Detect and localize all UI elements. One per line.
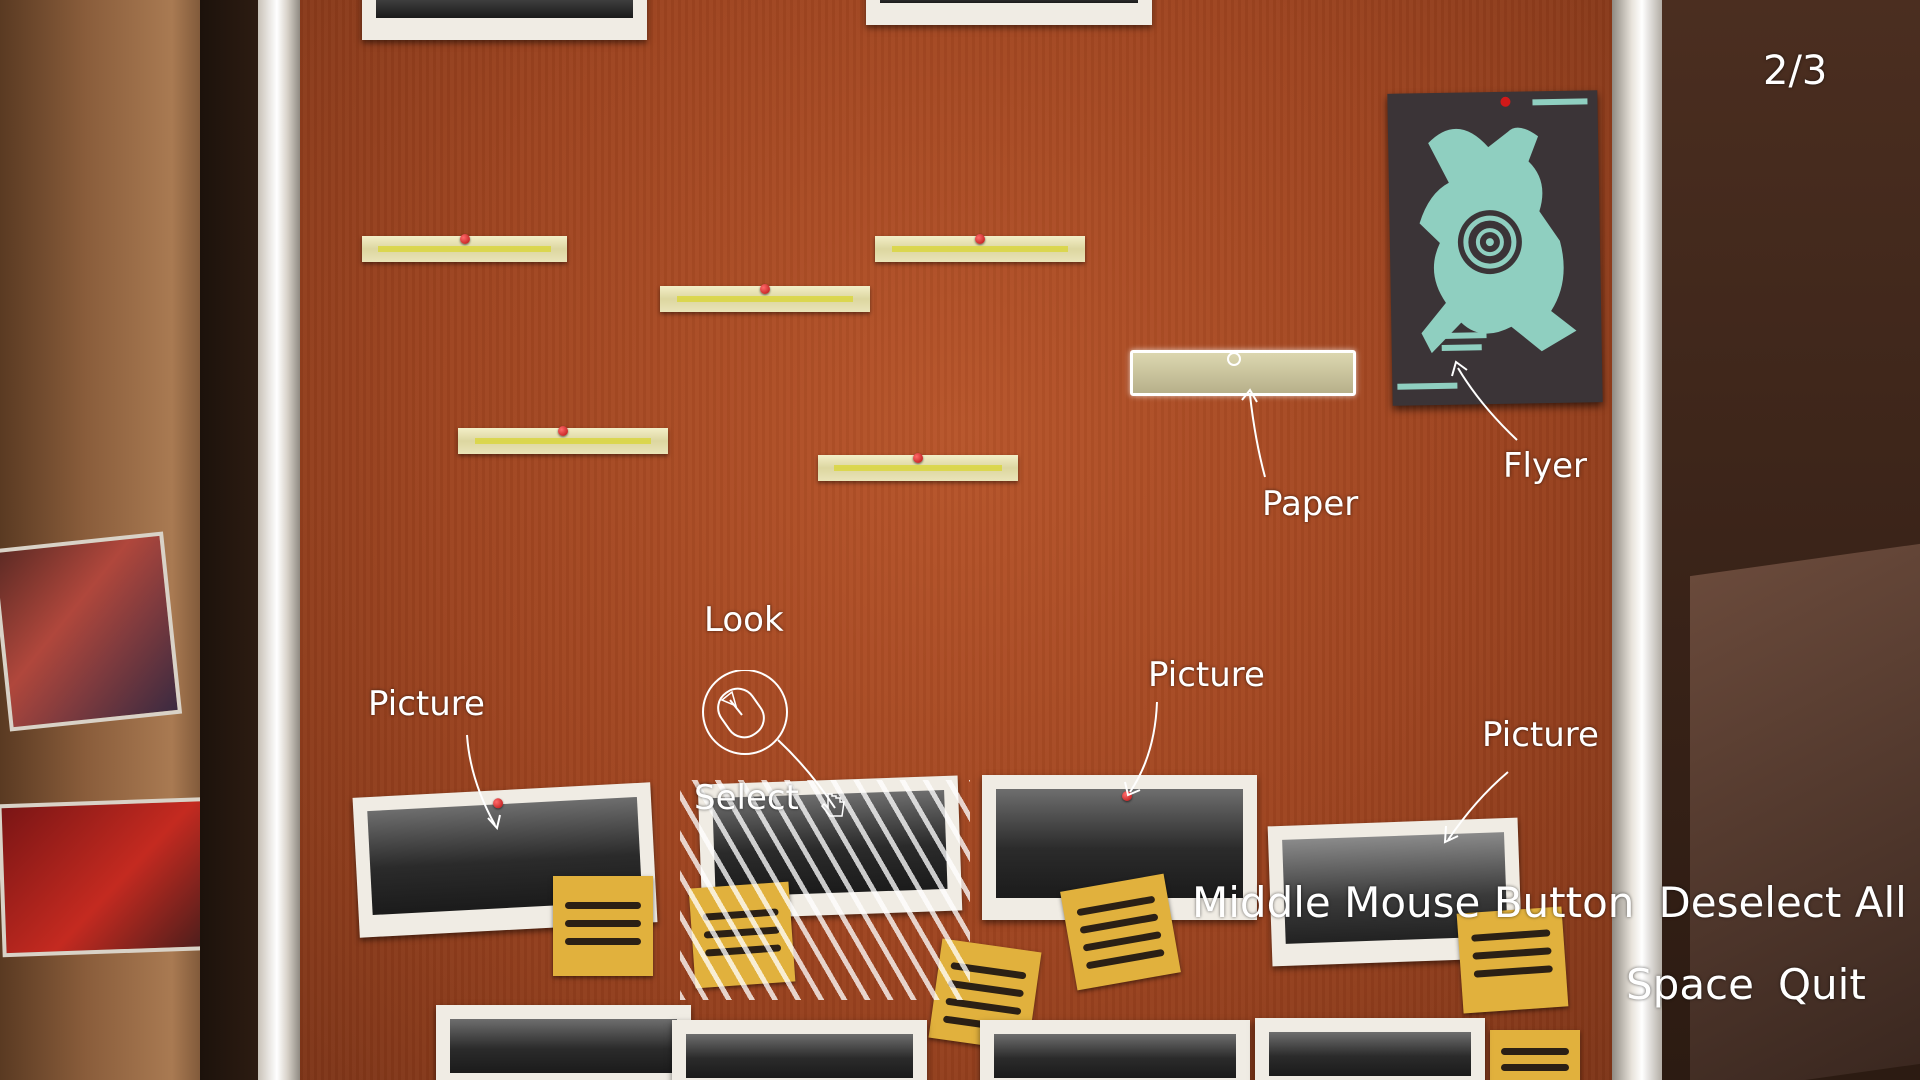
- hand-cursor-icon: [820, 793, 845, 817]
- label-picture-3: Picture: [1482, 715, 1599, 755]
- label-picture-1: Picture: [368, 684, 485, 724]
- label-select: Select: [694, 778, 799, 818]
- hint-deselect-all: Middle Mouse Button Deselect All: [1192, 878, 1907, 927]
- hint-key-space: Space: [1626, 960, 1754, 1009]
- label-look: Look: [704, 600, 784, 640]
- cursor-dot-icon: [1227, 352, 1241, 366]
- hint-key-middle-mouse: Middle Mouse Button: [1192, 878, 1635, 927]
- label-picture-2: Picture: [1148, 655, 1265, 695]
- label-paper: Paper: [1262, 484, 1359, 524]
- hint-action-quit: Quit: [1778, 960, 1866, 1009]
- hint-action-deselect: Deselect All: [1658, 878, 1907, 927]
- mouse-icon: [702, 670, 788, 755]
- page-indicator: 2/3: [1763, 48, 1828, 94]
- hint-quit: Space Quit: [1626, 960, 1866, 1009]
- label-flyer: Flyer: [1503, 446, 1588, 486]
